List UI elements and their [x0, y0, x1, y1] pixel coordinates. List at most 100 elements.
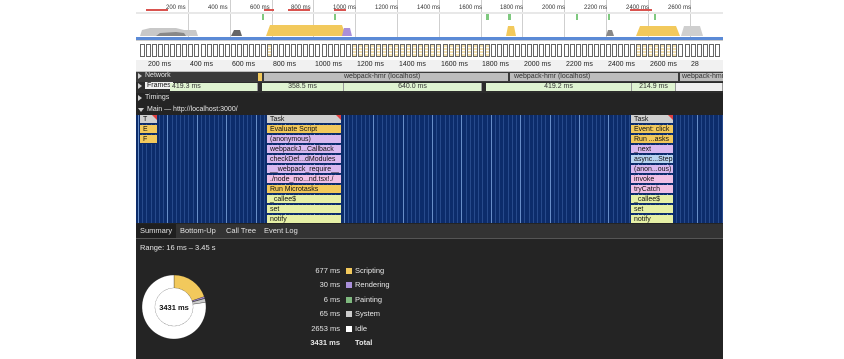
flame-event[interactable]: _next	[631, 145, 673, 154]
screenshot-thumbnail[interactable]	[146, 44, 152, 57]
flame-event[interactable]: notify	[631, 215, 673, 223]
tab-bottom-up[interactable]: Bottom-Up	[176, 224, 220, 238]
screenshot-thumbnail[interactable]	[430, 44, 436, 57]
screenshot-thumbnail[interactable]	[291, 44, 297, 57]
screenshot-thumbnail[interactable]	[248, 44, 254, 57]
screenshot-thumbnail[interactable]	[345, 44, 351, 57]
screenshot-thumbnail[interactable]	[496, 44, 502, 57]
screenshot-thumbnail[interactable]	[624, 44, 629, 57]
tab-call-tree[interactable]: Call Tree	[222, 224, 260, 238]
expand-arrow-icon[interactable]	[138, 82, 142, 89]
screenshot-thumbnail[interactable]	[261, 44, 266, 57]
screenshot-thumbnail[interactable]	[515, 44, 521, 57]
screenshot-thumbnail[interactable]	[267, 44, 273, 57]
screenshot-thumbnail[interactable]	[333, 44, 339, 57]
flame-event[interactable]: F	[140, 135, 157, 144]
network-request-bar[interactable]	[258, 73, 262, 81]
screenshot-thumbnail[interactable]	[660, 44, 666, 57]
flame-event[interactable]: set	[267, 205, 341, 214]
frames-track[interactable]: Frames 419.3 ms 358.5 ms 640.0 ms 419.2 …	[136, 82, 723, 93]
flame-event[interactable]: webpackJ...Callback	[267, 145, 341, 154]
screenshot-thumbnail[interactable]	[563, 44, 569, 57]
screenshot-thumbnail[interactable]	[363, 44, 369, 57]
screenshot-thumbnail[interactable]	[170, 44, 176, 57]
screenshot-thumbnail[interactable]	[194, 44, 200, 57]
screenshot-thumbnail[interactable]	[218, 44, 224, 57]
screenshot-thumbnail[interactable]	[357, 44, 363, 57]
screenshot-thumbnail[interactable]	[684, 44, 690, 57]
frame-bar[interactable]: 640.0 ms	[344, 83, 482, 91]
screenshot-thumbnail[interactable]	[230, 44, 236, 57]
screenshot-thumbnail[interactable]	[182, 44, 188, 57]
screenshot-thumbnail[interactable]	[593, 44, 599, 57]
frame-bar[interactable]: 214.9 ms	[632, 83, 676, 91]
flame-event[interactable]: checkDef...dModules	[267, 155, 341, 164]
screenshot-thumbnail[interactable]	[315, 44, 321, 57]
screenshot-thumbnail[interactable]	[388, 44, 394, 57]
screenshot-thumbnail[interactable]	[418, 44, 424, 57]
screenshot-thumbnail[interactable]	[279, 44, 285, 57]
screenshot-thumbnail[interactable]	[666, 44, 672, 57]
screenshot-thumbnail[interactable]	[273, 44, 279, 57]
screenshot-thumbnail[interactable]	[454, 44, 460, 57]
screenshot-thumbnail[interactable]	[339, 44, 345, 57]
screenshot-thumbnail[interactable]	[527, 44, 533, 57]
screenshot-thumbnail[interactable]	[642, 44, 648, 57]
flame-event[interactable]: __webpack_require__	[267, 165, 341, 174]
screenshot-thumbnail[interactable]	[369, 44, 375, 57]
timeline-overview[interactable]: 200 ms 400 ms 600 ms 800 ms 1000 ms 1200 ms 14…	[136, 0, 723, 40]
network-request-bar[interactable]: webpack-hmr (localhost)	[264, 73, 508, 81]
screenshot-thumbnail[interactable]	[509, 44, 515, 57]
screenshot-thumbnail[interactable]	[152, 44, 158, 57]
flame-event[interactable]: (anon...ous)	[631, 165, 673, 174]
screenshot-thumbnail[interactable]	[327, 44, 333, 57]
screenshot-thumbnail[interactable]	[472, 44, 478, 57]
screenshot-thumbnail[interactable]	[484, 44, 490, 57]
screenshot-thumbnail[interactable]	[236, 44, 242, 57]
screenshot-thumbnail[interactable]	[224, 44, 230, 57]
screenshot-thumbnail[interactable]	[490, 44, 496, 57]
main-track-header[interactable]: Main — http://localhost:3000/	[136, 106, 723, 115]
screenshot-thumbnail[interactable]	[140, 44, 145, 57]
screenshot-thumbnail[interactable]	[448, 44, 454, 57]
screenshot-thumbnail[interactable]	[478, 44, 484, 57]
screenshot-thumbnail[interactable]	[551, 44, 557, 57]
screenshot-thumbnail[interactable]	[617, 44, 623, 57]
tab-summary[interactable]: Summary	[136, 224, 177, 238]
screenshot-thumbnail[interactable]	[297, 44, 303, 57]
screenshot-thumbnail[interactable]	[708, 44, 714, 57]
screenshot-thumbnail[interactable]	[678, 44, 684, 57]
flame-event[interactable]: tryCatch	[631, 185, 673, 194]
frame-bar[interactable]	[676, 83, 723, 91]
screenshot-thumbnail[interactable]	[539, 44, 545, 57]
flame-event[interactable]: async...Step	[631, 155, 673, 164]
screenshot-thumbnail[interactable]	[375, 44, 381, 57]
screenshot-thumbnail[interactable]	[702, 44, 708, 57]
screenshot-thumbnail[interactable]	[188, 44, 194, 57]
screenshot-thumbnail[interactable]	[690, 44, 696, 57]
flame-event[interactable]: (anonymous)	[267, 135, 341, 144]
screenshot-thumbnail[interactable]	[636, 44, 642, 57]
frame-bar[interactable]: 358.5 ms	[262, 83, 344, 91]
screenshot-thumbnail[interactable]	[557, 44, 563, 57]
timings-track[interactable]: Timings	[136, 94, 723, 104]
screenshot-thumbnail[interactable]	[605, 44, 611, 57]
screenshot-thumbnail[interactable]	[285, 44, 291, 57]
screenshot-thumbnail[interactable]	[424, 44, 430, 57]
screenshot-thumbnail[interactable]	[545, 44, 551, 57]
collapse-arrow-icon[interactable]	[138, 107, 144, 112]
screenshot-thumbnail[interactable]	[533, 44, 539, 57]
screenshot-thumbnail[interactable]	[242, 44, 248, 57]
flame-event[interactable]: _callee$	[267, 195, 341, 204]
network-request-bar[interactable]: webpack-hmr (localhost)	[510, 73, 678, 81]
screenshot-thumbnail[interactable]	[714, 44, 720, 57]
screenshot-thumbnail[interactable]	[466, 44, 472, 57]
screenshot-thumbnail[interactable]	[158, 44, 164, 57]
screenshot-thumbnail[interactable]	[672, 44, 678, 57]
flame-event[interactable]: _callee$	[631, 195, 673, 204]
screenshot-thumbnail[interactable]	[521, 44, 527, 57]
screenshot-thumbnail[interactable]	[460, 44, 466, 57]
screenshot-thumbnail[interactable]	[321, 44, 327, 57]
screenshot-thumbnail[interactable]	[400, 44, 406, 57]
screenshot-thumbnail[interactable]	[696, 44, 702, 57]
